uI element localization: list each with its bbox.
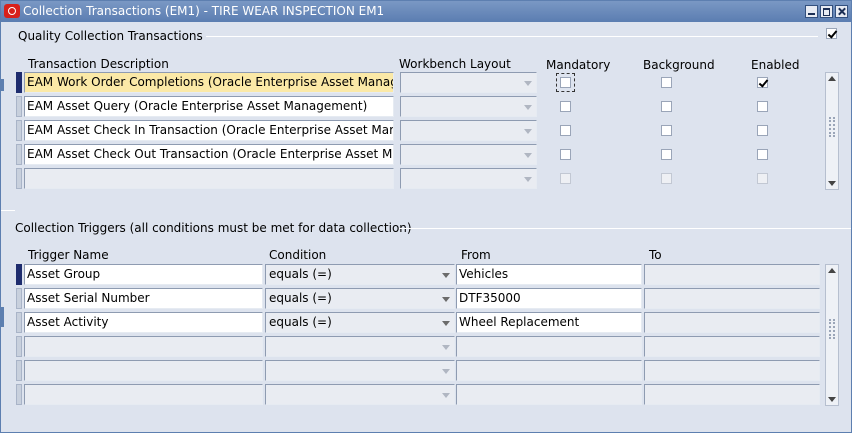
col-header-mandatory: Mandatory <box>546 58 611 72</box>
row-indicator[interactable] <box>16 264 22 285</box>
title-bar[interactable]: Collection Transactions (EM1) - TIRE WEA… <box>1 1 851 22</box>
transaction-description-field[interactable]: EAM Work Order Completions (Oracle Enter… <box>24 72 394 93</box>
transactions-scrollbar[interactable] <box>825 72 839 190</box>
to-value-field[interactable] <box>644 384 820 405</box>
scroll-down-icon[interactable] <box>828 181 836 186</box>
col-header-condition: Condition <box>269 248 327 262</box>
edge-marker <box>1 79 4 91</box>
mandatory-checkbox[interactable] <box>560 125 571 136</box>
from-value-field[interactable] <box>456 360 642 381</box>
col-header-workbench: Workbench Layout <box>399 57 511 71</box>
edge-marker <box>1 307 4 327</box>
maximize-icon[interactable] <box>820 5 833 18</box>
scroll-up-icon[interactable] <box>828 76 836 81</box>
transaction-description-field[interactable]: EAM Asset Check Out Transaction (Oracle … <box>24 144 394 165</box>
condition-select[interactable]: equals (=) <box>265 264 455 285</box>
mandatory-checkbox[interactable] <box>560 149 571 160</box>
workbench-layout-select[interactable] <box>400 168 537 189</box>
trigger-name-field[interactable]: Asset Serial Number <box>24 288 263 309</box>
col-header-enabled: Enabled <box>751 58 800 72</box>
from-value-field[interactable]: DTF35000 <box>456 288 642 309</box>
minimize-icon[interactable] <box>805 5 818 18</box>
row-indicator[interactable] <box>16 288 22 309</box>
close-icon[interactable] <box>835 5 848 18</box>
col-header-to: To <box>649 248 662 262</box>
trigger-name-field[interactable] <box>24 360 263 381</box>
from-value-field[interactable]: Vehicles <box>456 264 642 285</box>
trigger-name-field[interactable] <box>24 336 263 357</box>
scroll-thumb[interactable] <box>829 117 835 137</box>
section-divider <box>206 36 818 37</box>
scroll-down-icon[interactable] <box>828 397 836 402</box>
collection-transactions-window: Collection Transactions (EM1) - TIRE WEA… <box>0 0 852 433</box>
section-divider <box>399 228 851 229</box>
window-title: Collection Transactions (EM1) - TIRE WEA… <box>23 4 385 18</box>
condition-select[interactable] <box>265 360 455 381</box>
condition-select[interactable] <box>265 336 455 357</box>
trigger-name-field[interactable] <box>24 384 263 405</box>
background-checkbox[interactable] <box>661 149 672 160</box>
from-value-field[interactable]: Wheel Replacement <box>456 312 642 333</box>
background-checkbox[interactable] <box>661 101 672 112</box>
workbench-layout-select[interactable] <box>400 120 537 141</box>
row-indicator[interactable] <box>16 120 22 141</box>
oracle-app-icon <box>4 4 20 18</box>
transaction-description-field[interactable]: EAM Asset Check In Transaction (Oracle E… <box>24 120 394 141</box>
col-header-background: Background <box>643 58 715 72</box>
trigger-name-field[interactable]: Asset Activity <box>24 312 263 333</box>
workbench-layout-select[interactable] <box>400 144 537 165</box>
mandatory-checkbox[interactable] <box>556 73 575 92</box>
scroll-up-icon[interactable] <box>828 268 836 273</box>
to-value-field[interactable] <box>644 312 820 333</box>
row-indicator[interactable] <box>16 360 22 381</box>
row-indicator[interactable] <box>16 144 22 165</box>
workbench-layout-select[interactable] <box>400 72 537 93</box>
condition-select[interactable] <box>265 384 455 405</box>
col-header-description: Transaction Description <box>28 57 169 71</box>
scroll-thumb[interactable] <box>829 319 835 339</box>
to-value-field[interactable] <box>644 336 820 357</box>
section-toggle-checkbox[interactable] <box>826 28 837 39</box>
transaction-description-field[interactable]: EAM Asset Query (Oracle Enterprise Asset… <box>24 96 394 117</box>
triggers-scrollbar[interactable] <box>825 264 839 406</box>
workbench-layout-select[interactable] <box>400 96 537 117</box>
mandatory-checkbox[interactable] <box>560 173 571 184</box>
triggers-section-title: Collection Triggers (all conditions must… <box>15 221 412 235</box>
to-value-field[interactable] <box>644 288 820 309</box>
background-checkbox[interactable] <box>661 125 672 136</box>
to-value-field[interactable] <box>644 264 820 285</box>
transactions-section-title: Quality Collection Transactions <box>18 29 203 43</box>
row-indicator[interactable] <box>16 384 22 405</box>
row-indicator[interactable] <box>16 96 22 117</box>
enabled-checkbox[interactable] <box>757 101 768 112</box>
enabled-checkbox[interactable] <box>757 77 768 88</box>
from-value-field[interactable] <box>456 336 642 357</box>
mandatory-checkbox[interactable] <box>560 101 571 112</box>
row-indicator[interactable] <box>16 168 22 189</box>
condition-select[interactable]: equals (=) <box>265 312 455 333</box>
row-indicator[interactable] <box>16 72 22 93</box>
to-value-field[interactable] <box>644 360 820 381</box>
trigger-name-field[interactable]: Asset Group <box>24 264 263 285</box>
from-value-field[interactable] <box>456 384 642 405</box>
col-header-from: From <box>461 248 491 262</box>
col-header-trigger-name: Trigger Name <box>28 248 109 262</box>
background-checkbox[interactable] <box>661 77 672 88</box>
condition-select[interactable]: equals (=) <box>265 288 455 309</box>
transaction-description-field[interactable] <box>24 168 394 189</box>
enabled-checkbox[interactable] <box>757 173 768 184</box>
background-checkbox[interactable] <box>661 173 672 184</box>
section-divider <box>1 210 15 211</box>
enabled-checkbox[interactable] <box>757 125 768 136</box>
enabled-checkbox[interactable] <box>757 149 768 160</box>
row-indicator[interactable] <box>16 312 22 333</box>
row-indicator[interactable] <box>16 336 22 357</box>
